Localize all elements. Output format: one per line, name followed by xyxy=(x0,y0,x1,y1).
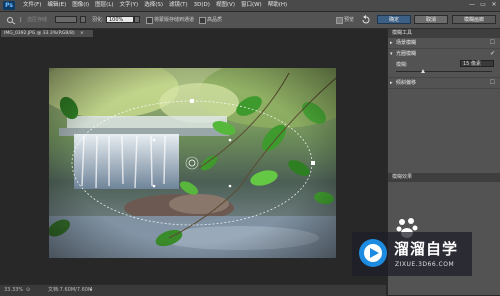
field-blur-label: 场景模糊 xyxy=(396,40,417,46)
watermark-play-icon xyxy=(359,239,387,267)
feather-input[interactable]: 100% xyxy=(106,16,134,23)
menu-filter[interactable]: 滤镜(T) xyxy=(166,0,191,11)
blur-effects-header: 模糊效果 xyxy=(388,173,500,182)
document-tab[interactable]: IMG_0392.JPG @ 33.3%(RGB/8) × xyxy=(1,30,93,37)
reset-icon[interactable] xyxy=(361,15,371,25)
iris-blur-row[interactable]: ▾ 光圈模糊 ✔ xyxy=(388,49,500,59)
blur-tools-title: 模糊工具 xyxy=(392,30,413,36)
watermark-url: ZIXUE.3D66.COM xyxy=(395,261,455,268)
info-icon[interactable]: ⊙ xyxy=(26,285,30,296)
preview-label: 预览 xyxy=(344,17,355,23)
menu-file[interactable]: 文件(F) xyxy=(20,0,44,11)
save-channel-checkbox[interactable] xyxy=(146,17,153,24)
blur-amount-input[interactable]: 15 像素 xyxy=(460,60,494,67)
window-controls: — ▭ ✕ xyxy=(468,1,498,9)
menu-items: 文件(F) 编辑(E) 图像(I) 图层(L) 文字(Y) 选择(S) 滤镜(T… xyxy=(20,0,290,11)
status-bar: 33.33% ⊙ 文档:7.60M/7.60M ▸ xyxy=(0,284,386,296)
feather-dropdown[interactable] xyxy=(134,16,140,23)
minimize-icon[interactable]: — xyxy=(468,1,476,9)
options-bar: | 选区存储 羽化: 100% 将蒙版存储到通道 高品质 预览 确定 取消 模糊… xyxy=(0,12,500,29)
workspace-button[interactable]: 模糊画廊 xyxy=(452,15,496,24)
close-tab-icon[interactable]: × xyxy=(80,31,84,36)
menu-edit[interactable]: 编辑(E) xyxy=(44,0,69,11)
tilt-shift-row[interactable]: ▸ 倾斜偏移 ☐ xyxy=(388,78,500,89)
blur-amount-label: 模糊: xyxy=(396,62,408,68)
field-blur-row[interactable]: ▸ 场景模糊 ☐ xyxy=(388,38,500,49)
watermark: 溜溜自学 ZIXUE.3D66.COM xyxy=(352,232,472,276)
panel-spacer xyxy=(388,89,500,173)
document-title: IMG_0392.JPG @ 33.3%(RGB/8) xyxy=(4,31,75,36)
menu-help[interactable]: 帮助(H) xyxy=(265,0,290,11)
blur-effects-title: 模糊效果 xyxy=(392,174,413,180)
chevron-down-icon[interactable] xyxy=(80,16,86,23)
check-icon[interactable]: ✔ xyxy=(490,49,495,59)
blur-slider-track[interactable] xyxy=(396,71,492,72)
app-logo: Ps xyxy=(3,1,15,10)
mode-label: 选区存储 xyxy=(27,17,48,23)
blur-tools-header: 模糊工具 xyxy=(388,29,500,38)
waterfall-photo xyxy=(49,68,336,258)
high-quality-checkbox[interactable] xyxy=(199,17,206,24)
expand-icon[interactable]: ▸ xyxy=(390,78,393,88)
preview-checkbox[interactable] xyxy=(336,17,343,24)
watermark-title: 溜溜自学 xyxy=(394,240,459,258)
menu-select[interactable]: 选择(S) xyxy=(141,0,166,11)
checkbox-icon[interactable]: ☐ xyxy=(490,38,495,48)
menu-3d[interactable]: 3D(D) xyxy=(191,0,213,11)
menu-image[interactable]: 图像(I) xyxy=(69,0,92,11)
close-icon[interactable]: ✕ xyxy=(490,1,498,9)
status-arrow-icon[interactable]: ▸ xyxy=(90,285,93,296)
canvas-image[interactable] xyxy=(49,68,336,258)
blur-amount-control: 模糊: 15 像素 xyxy=(388,59,500,78)
doc-info: 文档:7.60M/7.60M xyxy=(48,287,93,293)
cancel-button[interactable]: 取消 xyxy=(414,15,448,24)
separator: | xyxy=(20,17,22,23)
menu-layer[interactable]: 图层(L) xyxy=(92,0,116,11)
save-channel-label: 将蒙版存储到通道 xyxy=(154,17,195,23)
collapse-icon[interactable]: ▾ xyxy=(390,49,393,59)
ok-button[interactable]: 确定 xyxy=(377,15,411,24)
feather-label: 羽化: xyxy=(92,17,104,23)
mode-select[interactable] xyxy=(55,16,77,23)
tilt-shift-label: 倾斜偏移 xyxy=(396,80,417,86)
menu-window[interactable]: 窗口(W) xyxy=(238,0,265,11)
checkbox-icon[interactable]: ☐ xyxy=(490,78,495,88)
high-quality-label: 高品质 xyxy=(207,17,223,23)
maximize-icon[interactable]: ▭ xyxy=(479,1,487,9)
expand-icon[interactable]: ▸ xyxy=(390,38,393,48)
pin-tool-icon[interactable] xyxy=(6,15,16,25)
iris-blur-label: 光圈模糊 xyxy=(396,51,417,57)
blur-slider-thumb[interactable] xyxy=(421,69,425,73)
menu-type[interactable]: 文字(Y) xyxy=(117,0,142,11)
menu-bar: Ps 文件(F) 编辑(E) 图像(I) 图层(L) 文字(Y) 选择(S) 滤… xyxy=(0,0,500,12)
zoom-level[interactable]: 33.33% xyxy=(4,285,23,296)
menu-view[interactable]: 视图(V) xyxy=(213,0,238,11)
